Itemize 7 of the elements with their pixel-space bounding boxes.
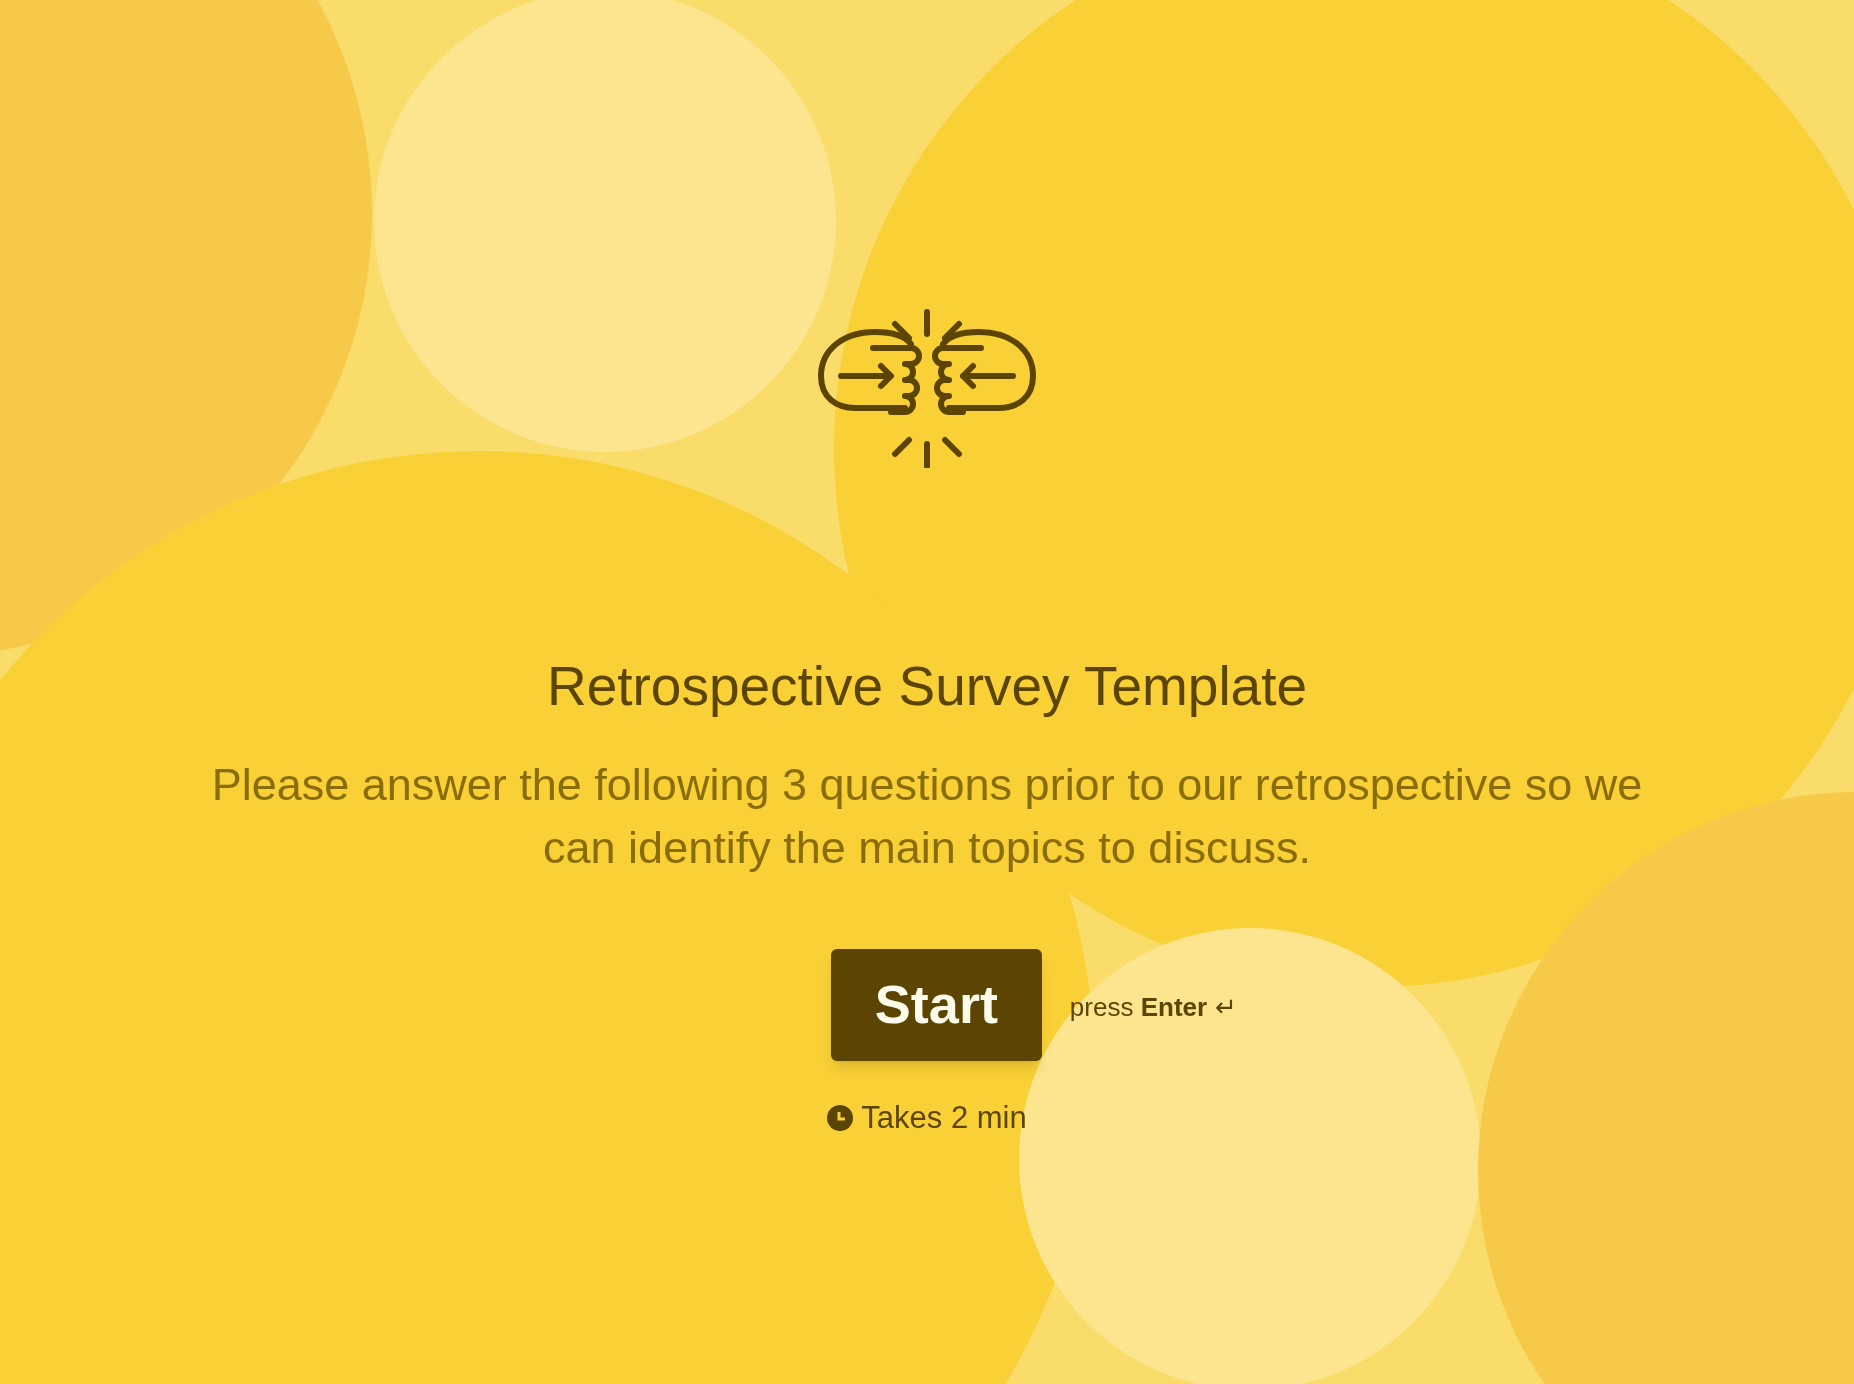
keyboard-hint: press Enter (1069, 991, 1208, 1025)
start-button[interactable]: Start (830, 948, 1042, 1061)
enter-key-symbol: ↵ (1215, 991, 1238, 1025)
survey-title: Retrospective Survey Template (546, 654, 1308, 719)
clock-icon (827, 1105, 854, 1131)
fist-bump-icon (815, 308, 1039, 468)
survey-description: Please answer the following 3 questions prior to our retrospective so we can identify the main topics to discuss. (210, 757, 1644, 875)
